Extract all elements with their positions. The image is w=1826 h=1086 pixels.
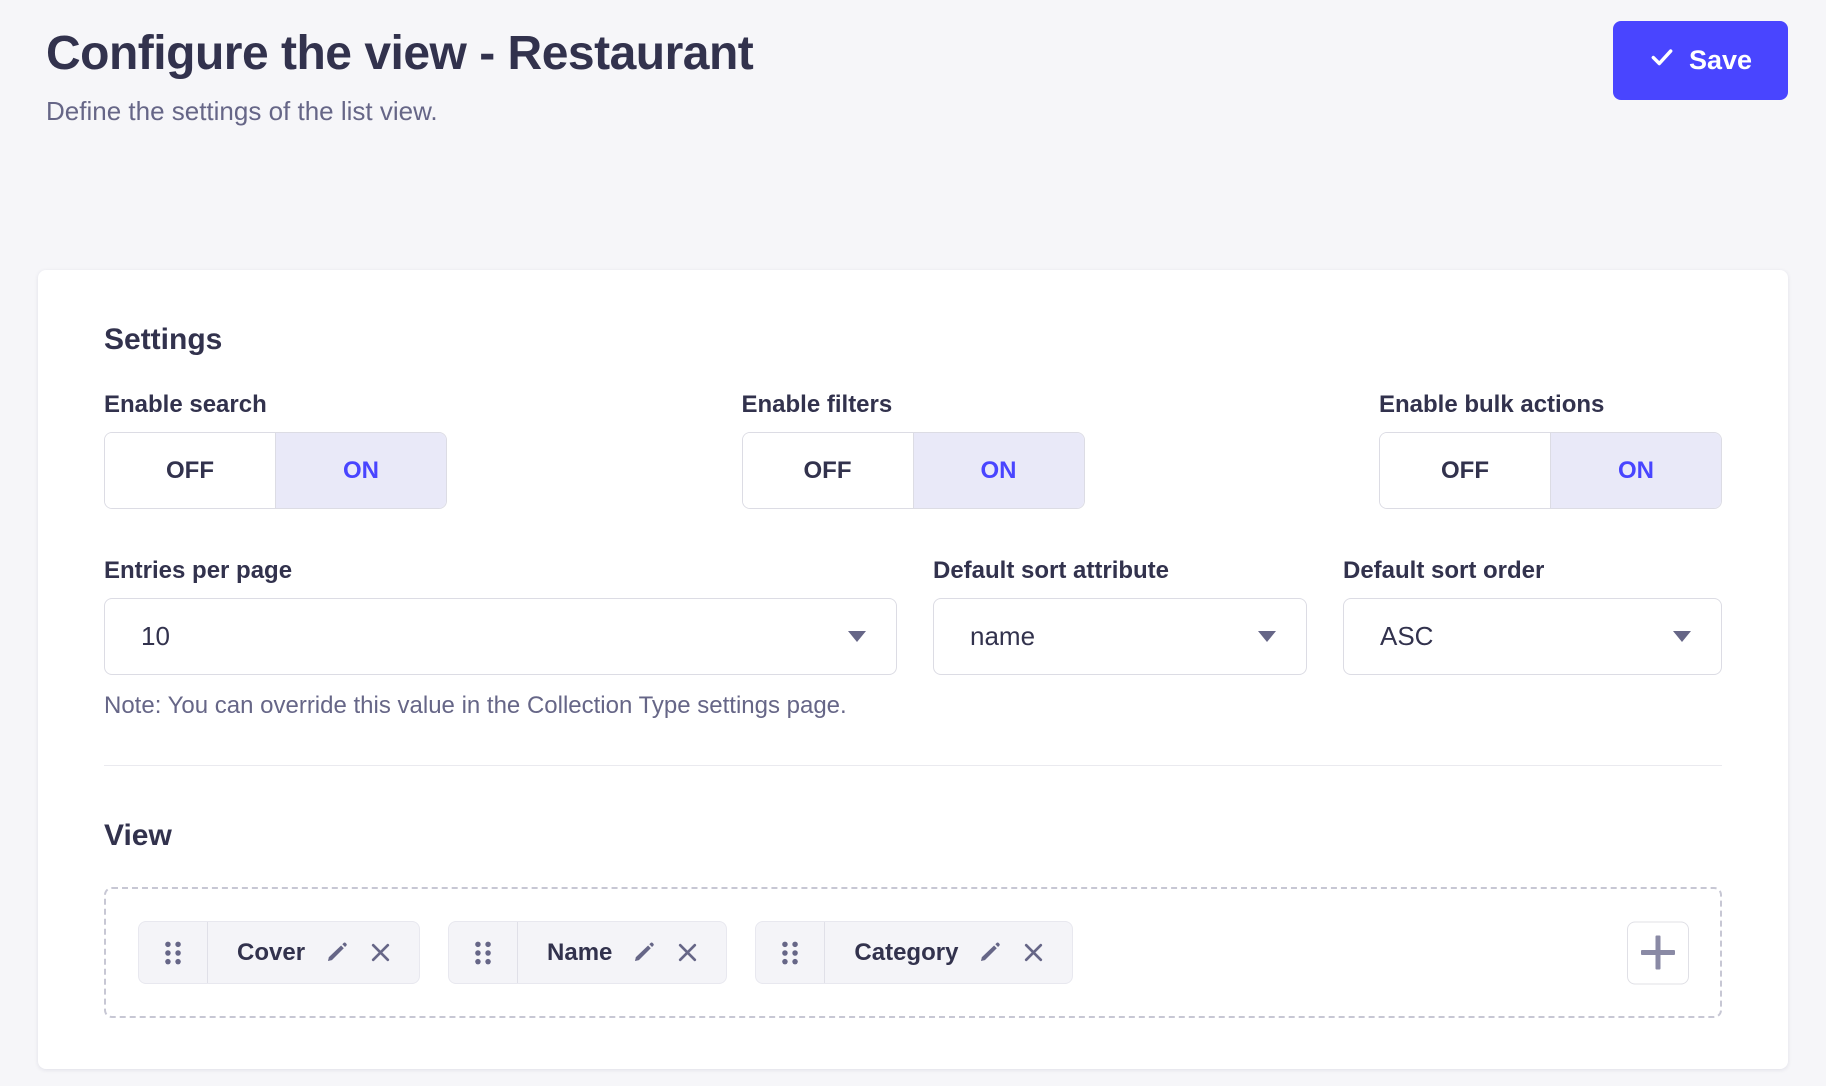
enable-filters-on-option[interactable]: ON <box>913 433 1084 508</box>
toggle-group-enable-filters: Enable filters OFF ON <box>742 390 1085 509</box>
field-dropzone: Cover Name <box>104 887 1722 1018</box>
default-sort-attribute-value: name <box>970 621 1035 652</box>
chip-body: Cover <box>208 922 419 983</box>
pencil-icon <box>324 940 349 965</box>
enable-search-label: Enable search <box>104 390 447 420</box>
close-icon <box>675 940 700 965</box>
field-chip-label: Name <box>547 941 612 965</box>
toggle-group-enable-search: Enable search OFF ON <box>104 390 447 509</box>
enable-filters-toggle: OFF ON <box>742 432 1085 509</box>
configure-view-page: Configure the view - Restaurant Define t… <box>0 0 1826 1086</box>
page-header: Configure the view - Restaurant Define t… <box>0 0 1826 128</box>
field-chip-list: Cover Name <box>138 921 1073 984</box>
add-field-button[interactable] <box>1627 921 1689 984</box>
chip-body: Name <box>518 922 726 983</box>
enable-search-toggle: OFF ON <box>104 432 447 509</box>
save-button-label: Save <box>1689 45 1752 76</box>
edit-field-button[interactable] <box>324 940 349 965</box>
entries-per-page-select[interactable]: 10 <box>104 598 897 675</box>
chevron-down-icon <box>1673 631 1691 642</box>
enable-search-off-option[interactable]: OFF <box>105 433 275 508</box>
view-section-heading: View <box>104 818 1722 854</box>
default-sort-order-field: Default sort order ASC <box>1343 556 1722 721</box>
page-subtitle: Define the settings of the list view. <box>46 94 1788 128</box>
enable-bulk-actions-label: Enable bulk actions <box>1379 390 1722 420</box>
default-sort-attribute-select[interactable]: name <box>933 598 1307 675</box>
enable-filters-label: Enable filters <box>742 390 1085 420</box>
edit-field-button[interactable] <box>977 940 1002 965</box>
drag-handle-icon[interactable] <box>449 922 518 983</box>
settings-card: Settings Enable search OFF ON Enable fil… <box>38 270 1788 1069</box>
field-chip-name[interactable]: Name <box>448 921 727 984</box>
selects-row: Entries per page 10 Note: You can overri… <box>104 556 1722 721</box>
default-sort-attribute-field: Default sort attribute name <box>933 556 1307 721</box>
pencil-icon <box>977 940 1002 965</box>
enable-bulk-actions-on-option[interactable]: ON <box>1550 433 1721 508</box>
field-chip-label: Category <box>854 941 958 965</box>
default-sort-order-select[interactable]: ASC <box>1343 598 1722 675</box>
page-title: Configure the view - Restaurant <box>46 24 1788 84</box>
drag-handle-icon[interactable] <box>756 922 825 983</box>
chevron-down-icon <box>1258 631 1276 642</box>
remove-field-button[interactable] <box>368 940 393 965</box>
save-button[interactable]: Save <box>1613 21 1788 100</box>
enable-bulk-actions-off-option[interactable]: OFF <box>1380 433 1550 508</box>
enable-filters-off-option[interactable]: OFF <box>743 433 913 508</box>
default-sort-attribute-label: Default sort attribute <box>933 556 1307 586</box>
close-icon <box>368 940 393 965</box>
edit-field-button[interactable] <box>631 940 656 965</box>
pencil-icon <box>631 940 656 965</box>
check-icon <box>1649 44 1675 77</box>
chip-body: Category <box>825 922 1072 983</box>
toggle-row: Enable search OFF ON Enable filters OFF … <box>104 390 1722 509</box>
settings-section-heading: Settings <box>104 322 1722 358</box>
field-chip-cover[interactable]: Cover <box>138 921 420 984</box>
drag-handle-icon[interactable] <box>139 922 208 983</box>
default-sort-order-label: Default sort order <box>1343 556 1722 586</box>
entries-per-page-field: Entries per page 10 Note: You can overri… <box>104 556 897 721</box>
entries-per-page-label: Entries per page <box>104 556 897 586</box>
close-icon <box>1021 940 1046 965</box>
field-chip-label: Cover <box>237 941 305 965</box>
enable-bulk-actions-toggle: OFF ON <box>1379 432 1722 509</box>
remove-field-button[interactable] <box>675 940 700 965</box>
entries-per-page-value: 10 <box>141 621 170 652</box>
toggle-group-enable-bulk-actions: Enable bulk actions OFF ON <box>1379 390 1722 509</box>
chevron-down-icon <box>848 631 866 642</box>
plus-icon <box>1639 934 1677 972</box>
entries-per-page-note: Note: You can override this value in the… <box>104 691 897 721</box>
field-chip-category[interactable]: Category <box>755 921 1073 984</box>
section-divider <box>104 765 1722 766</box>
default-sort-order-value: ASC <box>1380 621 1433 652</box>
enable-search-on-option[interactable]: ON <box>275 433 446 508</box>
remove-field-button[interactable] <box>1021 940 1046 965</box>
